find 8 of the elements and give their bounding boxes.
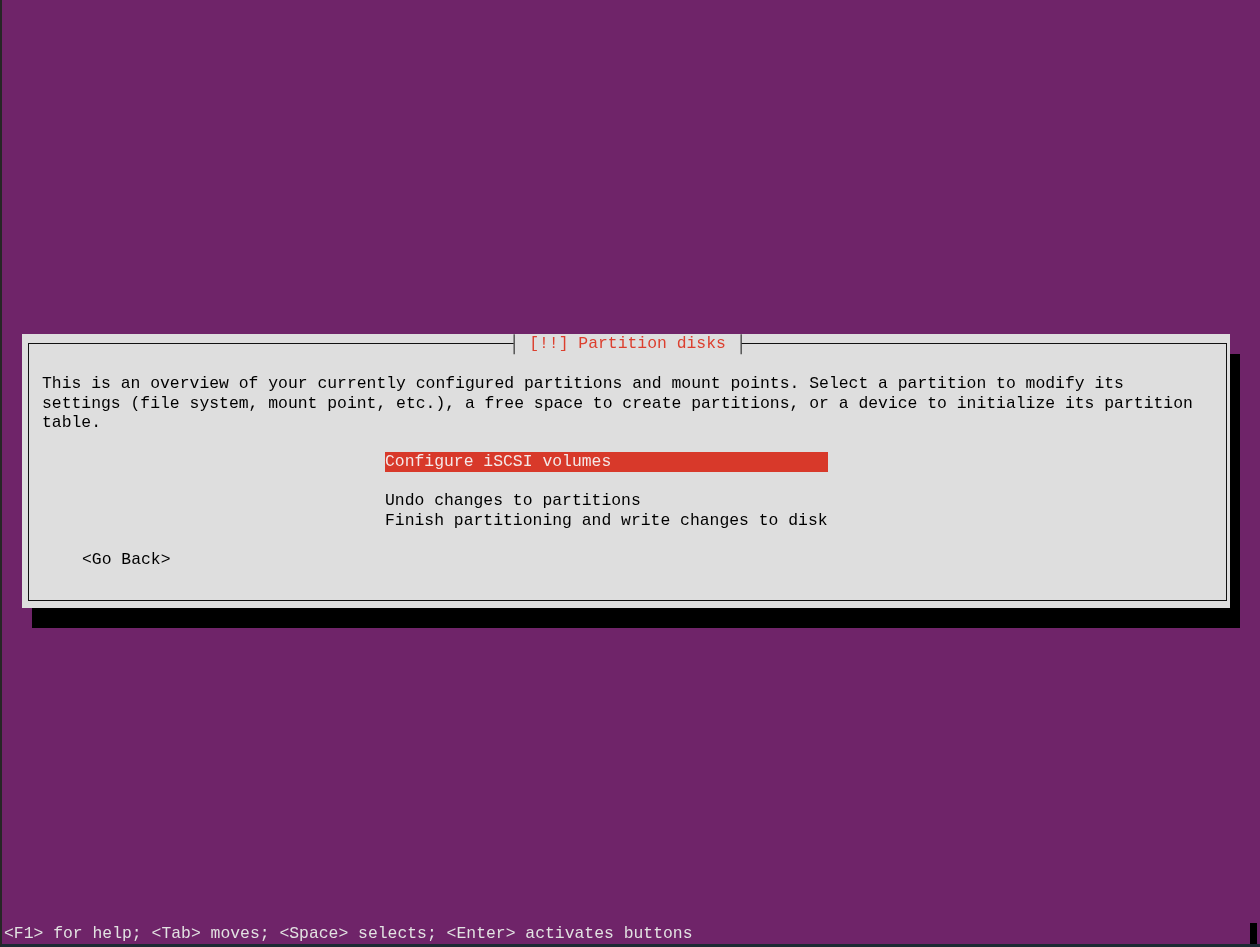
go-back-button[interactable]: <Go Back> bbox=[82, 549, 171, 569]
dialog-title: [!!] Partition disks bbox=[513, 334, 742, 354]
menu-item[interactable]: Finish partitioning and write changes to disk bbox=[385, 510, 828, 530]
menu-item[interactable]: Configure iSCSI volumes bbox=[385, 452, 828, 472]
text-cursor-icon bbox=[1250, 923, 1257, 944]
menu-item[interactable]: Undo changes to partitions bbox=[385, 491, 828, 511]
help-text: <F1> for help; <Tab> moves; <Space> selects; <Enter> activates buttons bbox=[4, 923, 693, 944]
description-text: This is an overview of your currently configured partitions and mount points. Select a partition to modify its settings (file system, mount point, etc.), a free space to create partitions, or a device to initialize its partition table. bbox=[42, 374, 1194, 433]
